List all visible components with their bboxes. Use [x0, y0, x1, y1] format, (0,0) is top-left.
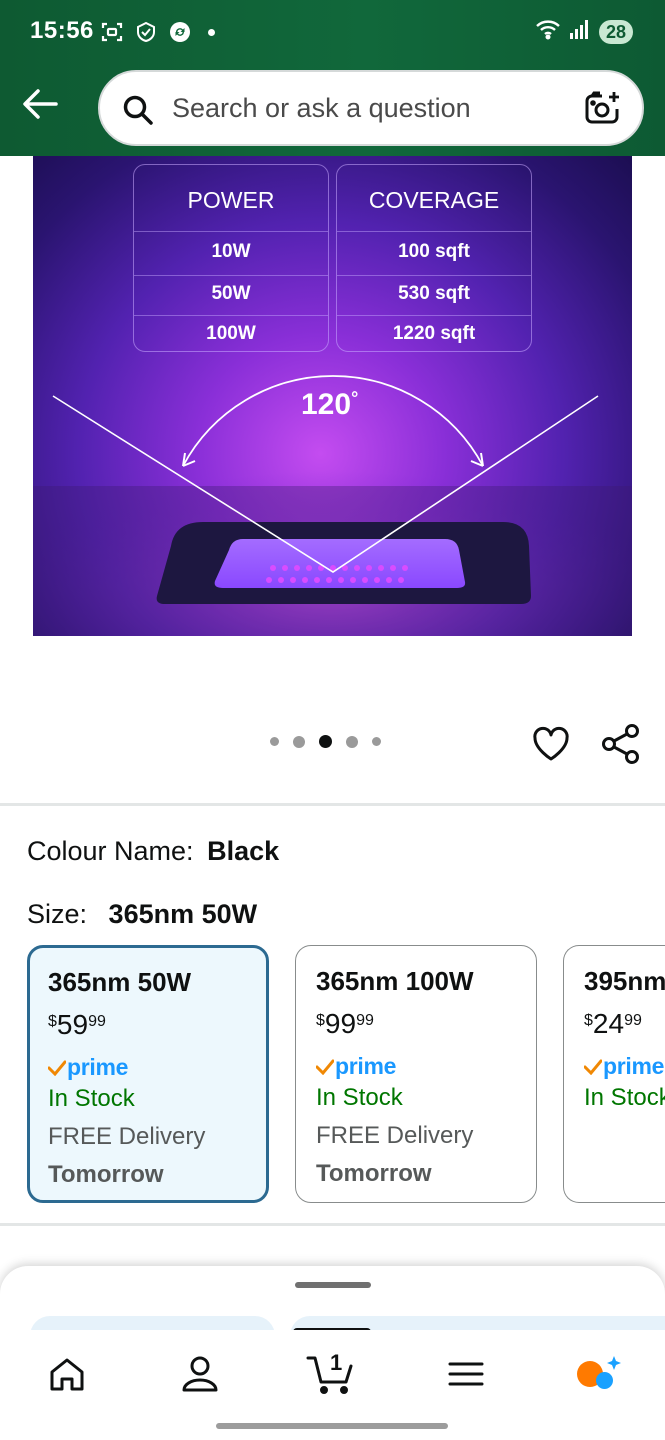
prime-label: prime: [603, 1053, 665, 1079]
status-time: 15:56: [30, 17, 94, 44]
spec-power-cell: 10W: [211, 241, 251, 262]
spec-divider: [134, 315, 328, 316]
stock-status: In Stock: [584, 1084, 665, 1111]
price-symbol: $: [48, 1013, 57, 1030]
share-icon[interactable]: [600, 722, 642, 766]
spec-divider: [337, 275, 531, 276]
carousel-dot-active[interactable]: [319, 735, 332, 748]
price-fraction: 99: [624, 1012, 642, 1029]
price-fraction: 99: [88, 1013, 106, 1030]
price-whole: 24: [592, 1008, 625, 1039]
battery-indicator: 28: [598, 19, 633, 44]
status-bar: 15:56 28: [0, 0, 665, 62]
product-image[interactable]: POWER 10W 50W 100W COVERAGE 100 sqft 530…: [33, 156, 632, 636]
prime-label: prime: [67, 1054, 129, 1080]
spec-coverage-cell: 1220 sqft: [392, 323, 476, 344]
price-whole: 59: [56, 1009, 89, 1040]
stock-status: In Stock: [48, 1085, 135, 1112]
carousel-dot[interactable]: [293, 735, 305, 748]
power-column: POWER 10W 50W 100W: [133, 164, 329, 352]
delivery-text: FREE Delivery: [48, 1123, 206, 1150]
prime-check-icon: [316, 1059, 334, 1075]
spec-divider: [134, 275, 328, 276]
prime-label: prime: [335, 1053, 397, 1079]
price-whole: 99: [324, 1008, 357, 1039]
colour-name-value: Black: [207, 836, 280, 866]
cart-count-badge: 1: [330, 1350, 343, 1375]
size-option-card[interactable]: 365nm 100W $ 99 99 prime In Stock FREE D…: [295, 945, 537, 1203]
price-symbol: $: [584, 1012, 593, 1029]
spec-coverage-cell: 100 sqft: [398, 241, 470, 262]
size-option-title: 365nm 50W: [48, 967, 192, 997]
delivery-day: Tomorrow: [316, 1160, 432, 1187]
wishlist-heart-icon[interactable]: [531, 724, 571, 764]
delivery-day: Tomorrow: [48, 1161, 164, 1188]
size-option-price: $ 99 99: [316, 1009, 536, 1039]
more-notifications-dot: [208, 28, 215, 36]
signal-icon: [569, 19, 591, 44]
carousel-dot[interactable]: [270, 737, 279, 746]
menu-icon[interactable]: [444, 1352, 488, 1396]
spec-power-cell: 50W: [211, 283, 251, 304]
prime-check-icon: [48, 1060, 66, 1076]
spec-header-power: POWER: [187, 187, 275, 213]
home-icon[interactable]: [45, 1352, 89, 1396]
prime-badge: prime: [316, 1053, 536, 1080]
size-row-label: Size: 365nm 50W: [27, 899, 257, 930]
back-button[interactable]: [20, 86, 60, 122]
prime-badge: prime: [48, 1054, 266, 1081]
shield-icon: [134, 20, 158, 44]
colour-name-label: Colour Name:: [27, 836, 194, 866]
search-icon: [122, 94, 154, 126]
back-arrow-icon: [23, 89, 58, 119]
stock-status: In Stock: [316, 1084, 403, 1111]
size-options: 365nm 50W $ 59 99 prime In Stock FREE De…: [27, 945, 665, 1205]
beam-angle-value: 120: [301, 388, 352, 421]
price-symbol: $: [316, 1012, 325, 1029]
spec-divider: [337, 231, 531, 232]
spec-coverage-cell: 530 sqft: [398, 283, 470, 304]
delivery-text: FREE Delivery: [316, 1122, 474, 1149]
size-option-price: $ 24 99: [584, 1009, 665, 1039]
notification-icons: [100, 20, 215, 44]
size-option-price: $ 59 99: [48, 1010, 266, 1040]
size-value: 365nm 50W: [108, 899, 258, 929]
section-divider: [0, 803, 665, 806]
beam-angle-unit: °: [351, 388, 359, 408]
prime-badge: prime: [584, 1053, 665, 1080]
size-option-card[interactable]: 365nm 50W $ 59 99 prime In Stock FREE De…: [27, 945, 269, 1203]
prime-check-icon: [584, 1059, 602, 1075]
carousel-dot[interactable]: [372, 737, 381, 746]
coverage-column: COVERAGE 100 sqft 530 sqft 1220 sqft: [336, 164, 532, 352]
search-bar[interactable]: [98, 70, 644, 146]
sheet-drag-handle[interactable]: [295, 1282, 371, 1288]
size-option-card[interactable]: 395nm $ 24 99 prime In Stock: [563, 945, 665, 1203]
size-option-title: 395nm: [584, 966, 665, 996]
screenshot-icon: [100, 20, 124, 44]
colour-name-row: Colour Name: Black: [27, 836, 279, 867]
search-input[interactable]: [172, 72, 572, 144]
app-header: 15:56 28 Search or ask a question: [0, 0, 665, 156]
beam-angle-label: 120°: [301, 388, 358, 422]
spec-divider: [134, 231, 328, 232]
account-icon[interactable]: [178, 1352, 222, 1396]
carousel-dot[interactable]: [346, 735, 358, 748]
price-fraction: 99: [356, 1012, 374, 1029]
size-label: Size:: [27, 899, 88, 929]
spec-power-cell: 100W: [206, 323, 256, 344]
sync-icon: [168, 20, 192, 44]
section-divider: [0, 1223, 665, 1226]
image-carousel-dots[interactable]: [270, 735, 381, 748]
spec-header-coverage: COVERAGE: [368, 187, 500, 213]
camera-search-icon[interactable]: [582, 89, 622, 129]
size-option-title: 365nm 100W: [316, 966, 474, 996]
spec-divider: [337, 315, 531, 316]
rufus-assistant-icon[interactable]: [574, 1352, 621, 1396]
gesture-bar[interactable]: [216, 1423, 448, 1429]
system-icons: 28: [535, 18, 633, 45]
wifi-icon: [535, 18, 561, 45]
